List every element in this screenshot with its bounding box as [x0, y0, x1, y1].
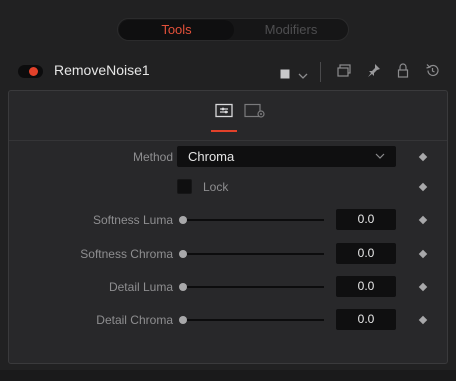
detail-luma-input[interactable]: 0.0 — [336, 276, 396, 297]
pin-icon[interactable] — [367, 63, 381, 83]
panel-divider — [9, 140, 447, 141]
toggle-indicator — [29, 67, 38, 76]
softness-chroma-slider[interactable] — [183, 253, 324, 255]
detail-luma-keyframe-button[interactable] — [418, 282, 428, 292]
softness-chroma-input[interactable]: 0.0 — [336, 243, 396, 264]
softness-chroma-keyframe-button[interactable] — [418, 249, 428, 259]
softness-luma-keyframe-button[interactable] — [418, 215, 428, 225]
chevron-down-icon — [374, 149, 386, 168]
separator — [320, 62, 322, 87]
reset-icon[interactable] — [425, 63, 440, 83]
softness-luma-handle[interactable] — [179, 216, 187, 224]
tool-enable-toggle[interactable] — [18, 65, 43, 78]
softness-luma-slider[interactable] — [183, 219, 324, 221]
tool-header: RemoveNoise1 — [0, 56, 456, 86]
softness-chroma-handle[interactable] — [179, 250, 187, 258]
chevron-down-icon[interactable] — [298, 67, 308, 85]
tool-modifier-switcher: Tools Modifiers — [117, 18, 349, 41]
softness-chroma-label: Softness Chroma — [80, 247, 173, 261]
method-dropdown[interactable]: Chroma — [177, 146, 396, 167]
settings-tab-icon[interactable] — [244, 103, 266, 124]
lock-label: Lock — [203, 180, 229, 194]
detail-chroma-input[interactable]: 0.0 — [336, 309, 396, 330]
panel-tabs — [9, 91, 447, 136]
tab-modifiers[interactable]: Modifiers — [235, 20, 347, 40]
detail-chroma-handle[interactable] — [179, 316, 187, 324]
method-label: Method — [132, 150, 173, 164]
detail-luma-label: Detail Luma — [108, 280, 173, 294]
lock-icon[interactable] — [397, 63, 409, 83]
version-icon[interactable] — [337, 64, 351, 83]
tab-tools[interactable]: Tools — [119, 20, 234, 40]
controls-tab-icon[interactable] — [215, 103, 233, 124]
detail-luma-handle[interactable] — [179, 283, 187, 291]
method-value: Chroma — [188, 149, 235, 164]
softness-luma-input[interactable]: 0.0 — [336, 209, 396, 230]
method-keyframe-button[interactable] — [418, 152, 428, 162]
detail-luma-slider[interactable] — [183, 286, 324, 288]
footer-bar — [0, 370, 456, 381]
color-swatch-icon[interactable] — [280, 66, 290, 84]
inspector-window: Tools Modifiers RemoveNoise1 Method Chro… — [0, 0, 456, 381]
lock-checkbox[interactable] — [177, 179, 192, 194]
inspector-panel: Method Chroma Lock Softness Luma 0.0 Sof… — [8, 90, 448, 364]
detail-chroma-keyframe-button[interactable] — [418, 315, 428, 325]
active-tab-indicator — [211, 130, 237, 132]
lock-keyframe-button[interactable] — [418, 182, 428, 192]
detail-chroma-slider[interactable] — [183, 319, 324, 321]
tool-name: RemoveNoise1 — [54, 62, 150, 78]
detail-chroma-label: Detail Chroma — [96, 313, 173, 327]
softness-luma-label: Softness Luma — [92, 213, 173, 227]
